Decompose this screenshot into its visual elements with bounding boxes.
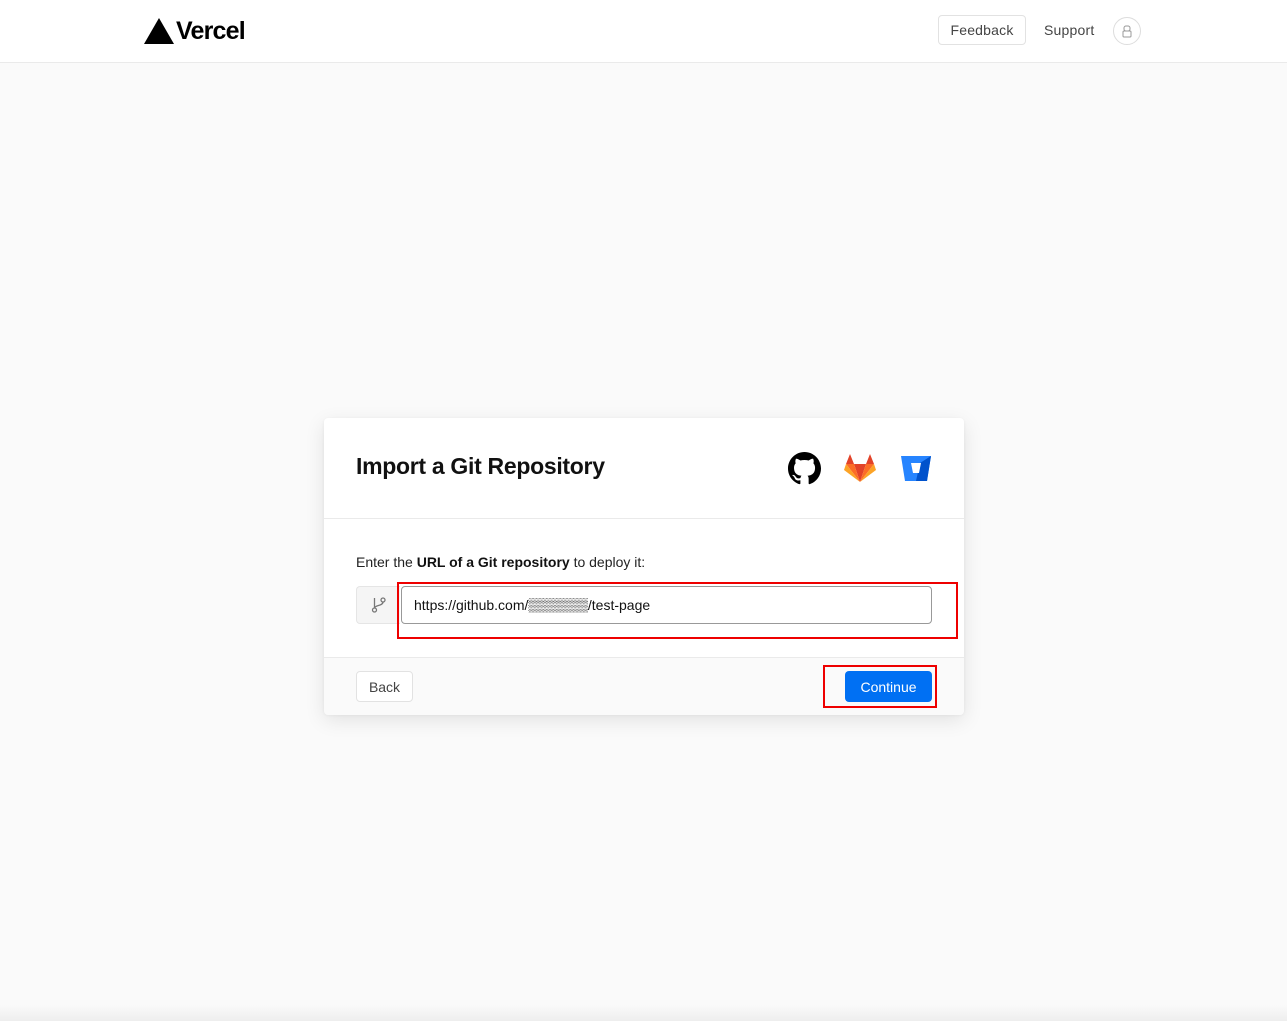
page-title: Import a Git Repository xyxy=(356,453,605,479)
github-icon[interactable] xyxy=(787,451,821,485)
avatar[interactable] xyxy=(1113,17,1141,45)
card-footer: Back Continue xyxy=(324,657,964,715)
back-button[interactable]: Back xyxy=(356,671,413,702)
top-header: Vercel Feedback Support xyxy=(0,0,1287,63)
support-link[interactable]: Support xyxy=(1044,22,1094,38)
instruction-text: Enter the URL of a Git repository to dep… xyxy=(356,554,645,570)
bitbucket-icon[interactable] xyxy=(899,451,933,485)
branch-prefix xyxy=(356,586,400,624)
instruction-suffix: to deploy it: xyxy=(569,554,646,570)
continue-button[interactable]: Continue xyxy=(845,671,932,702)
user-avatar-icon xyxy=(1122,25,1132,38)
git-branch-icon xyxy=(371,597,386,613)
vercel-triangle-icon xyxy=(144,18,174,44)
gitlab-icon[interactable] xyxy=(843,451,877,485)
instruction-prefix: Enter the xyxy=(356,554,417,570)
import-git-card: Import a Git Repository Enter the URL of… xyxy=(324,418,964,715)
feedback-button[interactable]: Feedback xyxy=(938,15,1026,45)
instruction-bold: URL of a Git repository xyxy=(416,554,570,570)
brand-name: Vercel xyxy=(176,16,246,45)
bottom-shadow xyxy=(0,1005,1287,1021)
card-header: Import a Git Repository xyxy=(324,418,964,519)
vercel-logo[interactable]: Vercel xyxy=(144,16,246,46)
repo-url-input[interactable] xyxy=(401,586,932,624)
